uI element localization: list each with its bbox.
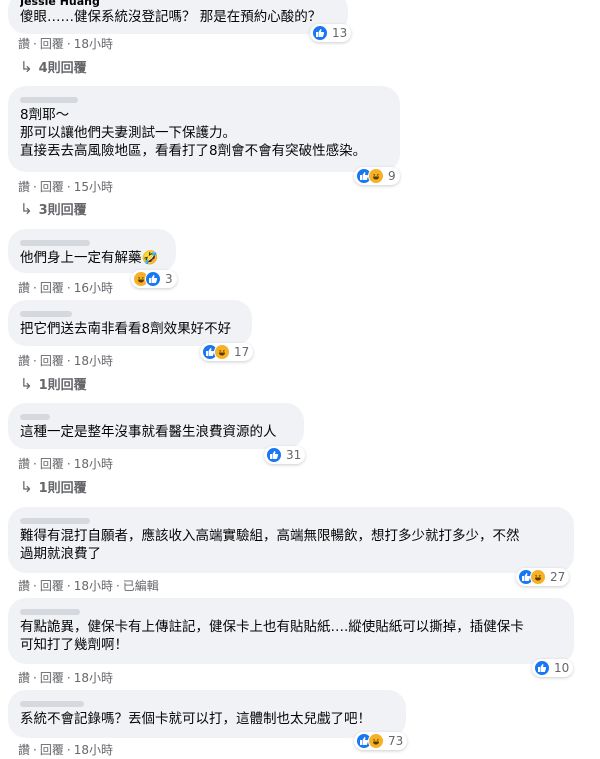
- view-replies-button[interactable]: ↳ 1則回覆: [20, 374, 87, 394]
- comment-actions: 讚 · 回覆 · 15小時: [18, 178, 113, 195]
- reply-link[interactable]: 回覆: [40, 35, 64, 52]
- comment-text: 過期就浪費了: [20, 546, 101, 562]
- reaction-summary[interactable]: 3: [131, 270, 177, 288]
- comment-time[interactable]: 18小時: [74, 352, 113, 369]
- like-link[interactable]: 讚: [18, 455, 30, 472]
- reply-link[interactable]: 回覆: [40, 279, 64, 296]
- comment-text: 這種一定是整年沒事就看醫生浪費資源的人: [20, 424, 277, 440]
- comment-author[interactable]: [20, 606, 562, 618]
- reaction-count: 3: [165, 272, 173, 286]
- reaction-count: 27: [550, 570, 566, 584]
- comment-time[interactable]: 18小時: [74, 669, 113, 686]
- reply-link[interactable]: 回覆: [40, 741, 64, 758]
- reaction-summary[interactable]: 9: [354, 167, 400, 185]
- comment-time[interactable]: 18小時: [74, 741, 113, 758]
- reaction-count: 31: [286, 448, 302, 462]
- thumbs-up-icon: [145, 271, 161, 287]
- like-link[interactable]: 讚: [18, 352, 30, 369]
- comment-author[interactable]: [20, 411, 292, 423]
- reaction-count: 17: [234, 345, 250, 359]
- comment-actions: 讚 · 回覆 · 18小時: [18, 669, 113, 686]
- like-link[interactable]: 讚: [18, 279, 30, 296]
- comment-time[interactable]: 15小時: [74, 178, 113, 195]
- reply-link[interactable]: 回覆: [40, 178, 64, 195]
- like-link[interactable]: 讚: [18, 35, 30, 52]
- comment-actions: 讚 · 回覆 · 18小時 · 已編輯: [18, 577, 159, 594]
- laughing-face-icon: [214, 344, 230, 360]
- comment-bubble: 系統不會記錄嗎？丟個卡就可以打，這體制也太兒戲了吧！: [8, 690, 406, 738]
- reaction-summary[interactable]: 31: [264, 446, 306, 464]
- reaction-count: 10: [554, 661, 570, 675]
- laughing-face-icon: [368, 733, 384, 749]
- comment-author[interactable]: [20, 94, 388, 106]
- reaction-count: 9: [388, 169, 396, 183]
- reaction-summary[interactable]: 13: [310, 24, 352, 42]
- like-link[interactable]: 讚: [18, 178, 30, 195]
- replies-label: 4則回覆: [38, 61, 87, 76]
- reaction-summary[interactable]: 10: [532, 659, 574, 677]
- thumbs-up-icon: [312, 25, 328, 41]
- like-link[interactable]: 讚: [18, 741, 30, 758]
- view-replies-button[interactable]: ↳ 1則回覆: [20, 477, 87, 497]
- reply-arrow-icon: ↳: [20, 199, 33, 218]
- reaction-summary[interactable]: 27: [516, 568, 570, 586]
- comment-bubble: 他們身上一定有解藥🤣: [8, 229, 176, 273]
- comment-text: 那可以讓他們夫妻測試一下保護力。: [20, 125, 236, 141]
- view-replies-button[interactable]: ↳ 3則回覆: [20, 199, 87, 219]
- comment-author[interactable]: [20, 237, 164, 249]
- comment-author[interactable]: [20, 698, 394, 710]
- edited-label[interactable]: 已編輯: [123, 577, 159, 594]
- reply-link[interactable]: 回覆: [40, 455, 64, 472]
- reply-link[interactable]: 回覆: [40, 577, 64, 594]
- comment-text: 傻眼……健保系統沒登記嗎？ 那是在預約心酸的？: [20, 9, 322, 25]
- comment-actions: 讚 · 回覆 · 18小時: [18, 455, 113, 472]
- reply-link[interactable]: 回覆: [40, 352, 64, 369]
- comment-text: 有點詭異，健保卡有上傳註記，健保卡上也有貼貼紙….縱使貼紙可以撕掉，插健保卡: [20, 619, 524, 635]
- comment-actions: 讚 · 回覆 · 18小時: [18, 741, 113, 758]
- reaction-summary[interactable]: 73: [354, 732, 408, 750]
- thumbs-up-icon: [266, 447, 282, 463]
- comment-text: 可知打了幾劑啊！: [20, 637, 128, 653]
- comment-actions: 讚 · 回覆 · 16小時: [18, 279, 113, 296]
- thumbs-up-icon: [534, 660, 550, 676]
- like-link[interactable]: 讚: [18, 669, 30, 686]
- comment-text: 8劑耶～: [20, 107, 70, 123]
- comment-time[interactable]: 16小時: [74, 279, 113, 296]
- like-link[interactable]: 讚: [18, 577, 30, 594]
- reaction-summary[interactable]: 17: [200, 343, 254, 361]
- comment-bubble: 有點詭異，健保卡有上傳註記，健保卡上也有貼貼紙….縱使貼紙可以撕掉，插健保卡 可…: [8, 598, 574, 664]
- reaction-count: 13: [332, 26, 348, 40]
- reply-link[interactable]: 回覆: [40, 669, 64, 686]
- comment-bubble: 8劑耶～ 那可以讓他們夫妻測試一下保護力。 直接丟去高風險地區，看看打了8劑會不…: [8, 86, 400, 172]
- comment-author[interactable]: Jessie Huang: [20, 0, 336, 8]
- comment-text: 把它們送去南非看看8劑效果好不好: [20, 321, 232, 337]
- comment-text: 直接丟去高風險地區，看看打了8劑會不會有突破性感染。: [20, 143, 367, 159]
- reply-arrow-icon: ↳: [20, 57, 33, 76]
- comment-text: 他們身上一定有解藥🤣: [20, 250, 159, 266]
- comment-actions: 讚 · 回覆 · 18小時: [18, 35, 113, 52]
- replies-label: 3則回覆: [38, 203, 87, 218]
- comment-time[interactable]: 18小時: [74, 577, 113, 594]
- reply-arrow-icon: ↳: [20, 477, 33, 496]
- comment-author[interactable]: [20, 515, 562, 527]
- replies-label: 1則回覆: [38, 481, 87, 496]
- replies-label: 1則回覆: [38, 378, 87, 393]
- comment-actions: 讚 · 回覆 · 18小時: [18, 352, 113, 369]
- comment-time[interactable]: 18小時: [74, 455, 113, 472]
- comment-bubble: Jessie Huang 傻眼……健保系統沒登記嗎？ 那是在預約心酸的？: [8, 0, 348, 34]
- comment-author[interactable]: [20, 308, 240, 320]
- comment-bubble: 難得有混打自願者，應該收入高端實驗組，高端無限暢飲，想打多少就打多少，不然 過期…: [8, 507, 574, 573]
- reply-arrow-icon: ↳: [20, 374, 33, 393]
- view-replies-button[interactable]: ↳ 4則回覆: [20, 57, 87, 77]
- comment-text: 系統不會記錄嗎？丟個卡就可以打，這體制也太兒戲了吧！: [20, 711, 371, 727]
- laughing-face-icon: [368, 168, 384, 184]
- reaction-count: 73: [388, 734, 404, 748]
- comment-bubble: 這種一定是整年沒事就看醫生浪費資源的人: [8, 403, 304, 449]
- laughing-face-icon: [530, 569, 546, 585]
- comment-text: 難得有混打自願者，應該收入高端實驗組，高端無限暢飲，想打多少就打多少，不然: [20, 528, 520, 544]
- comment-time[interactable]: 18小時: [74, 35, 113, 52]
- comment-bubble: 把它們送去南非看看8劑效果好不好: [8, 300, 252, 346]
